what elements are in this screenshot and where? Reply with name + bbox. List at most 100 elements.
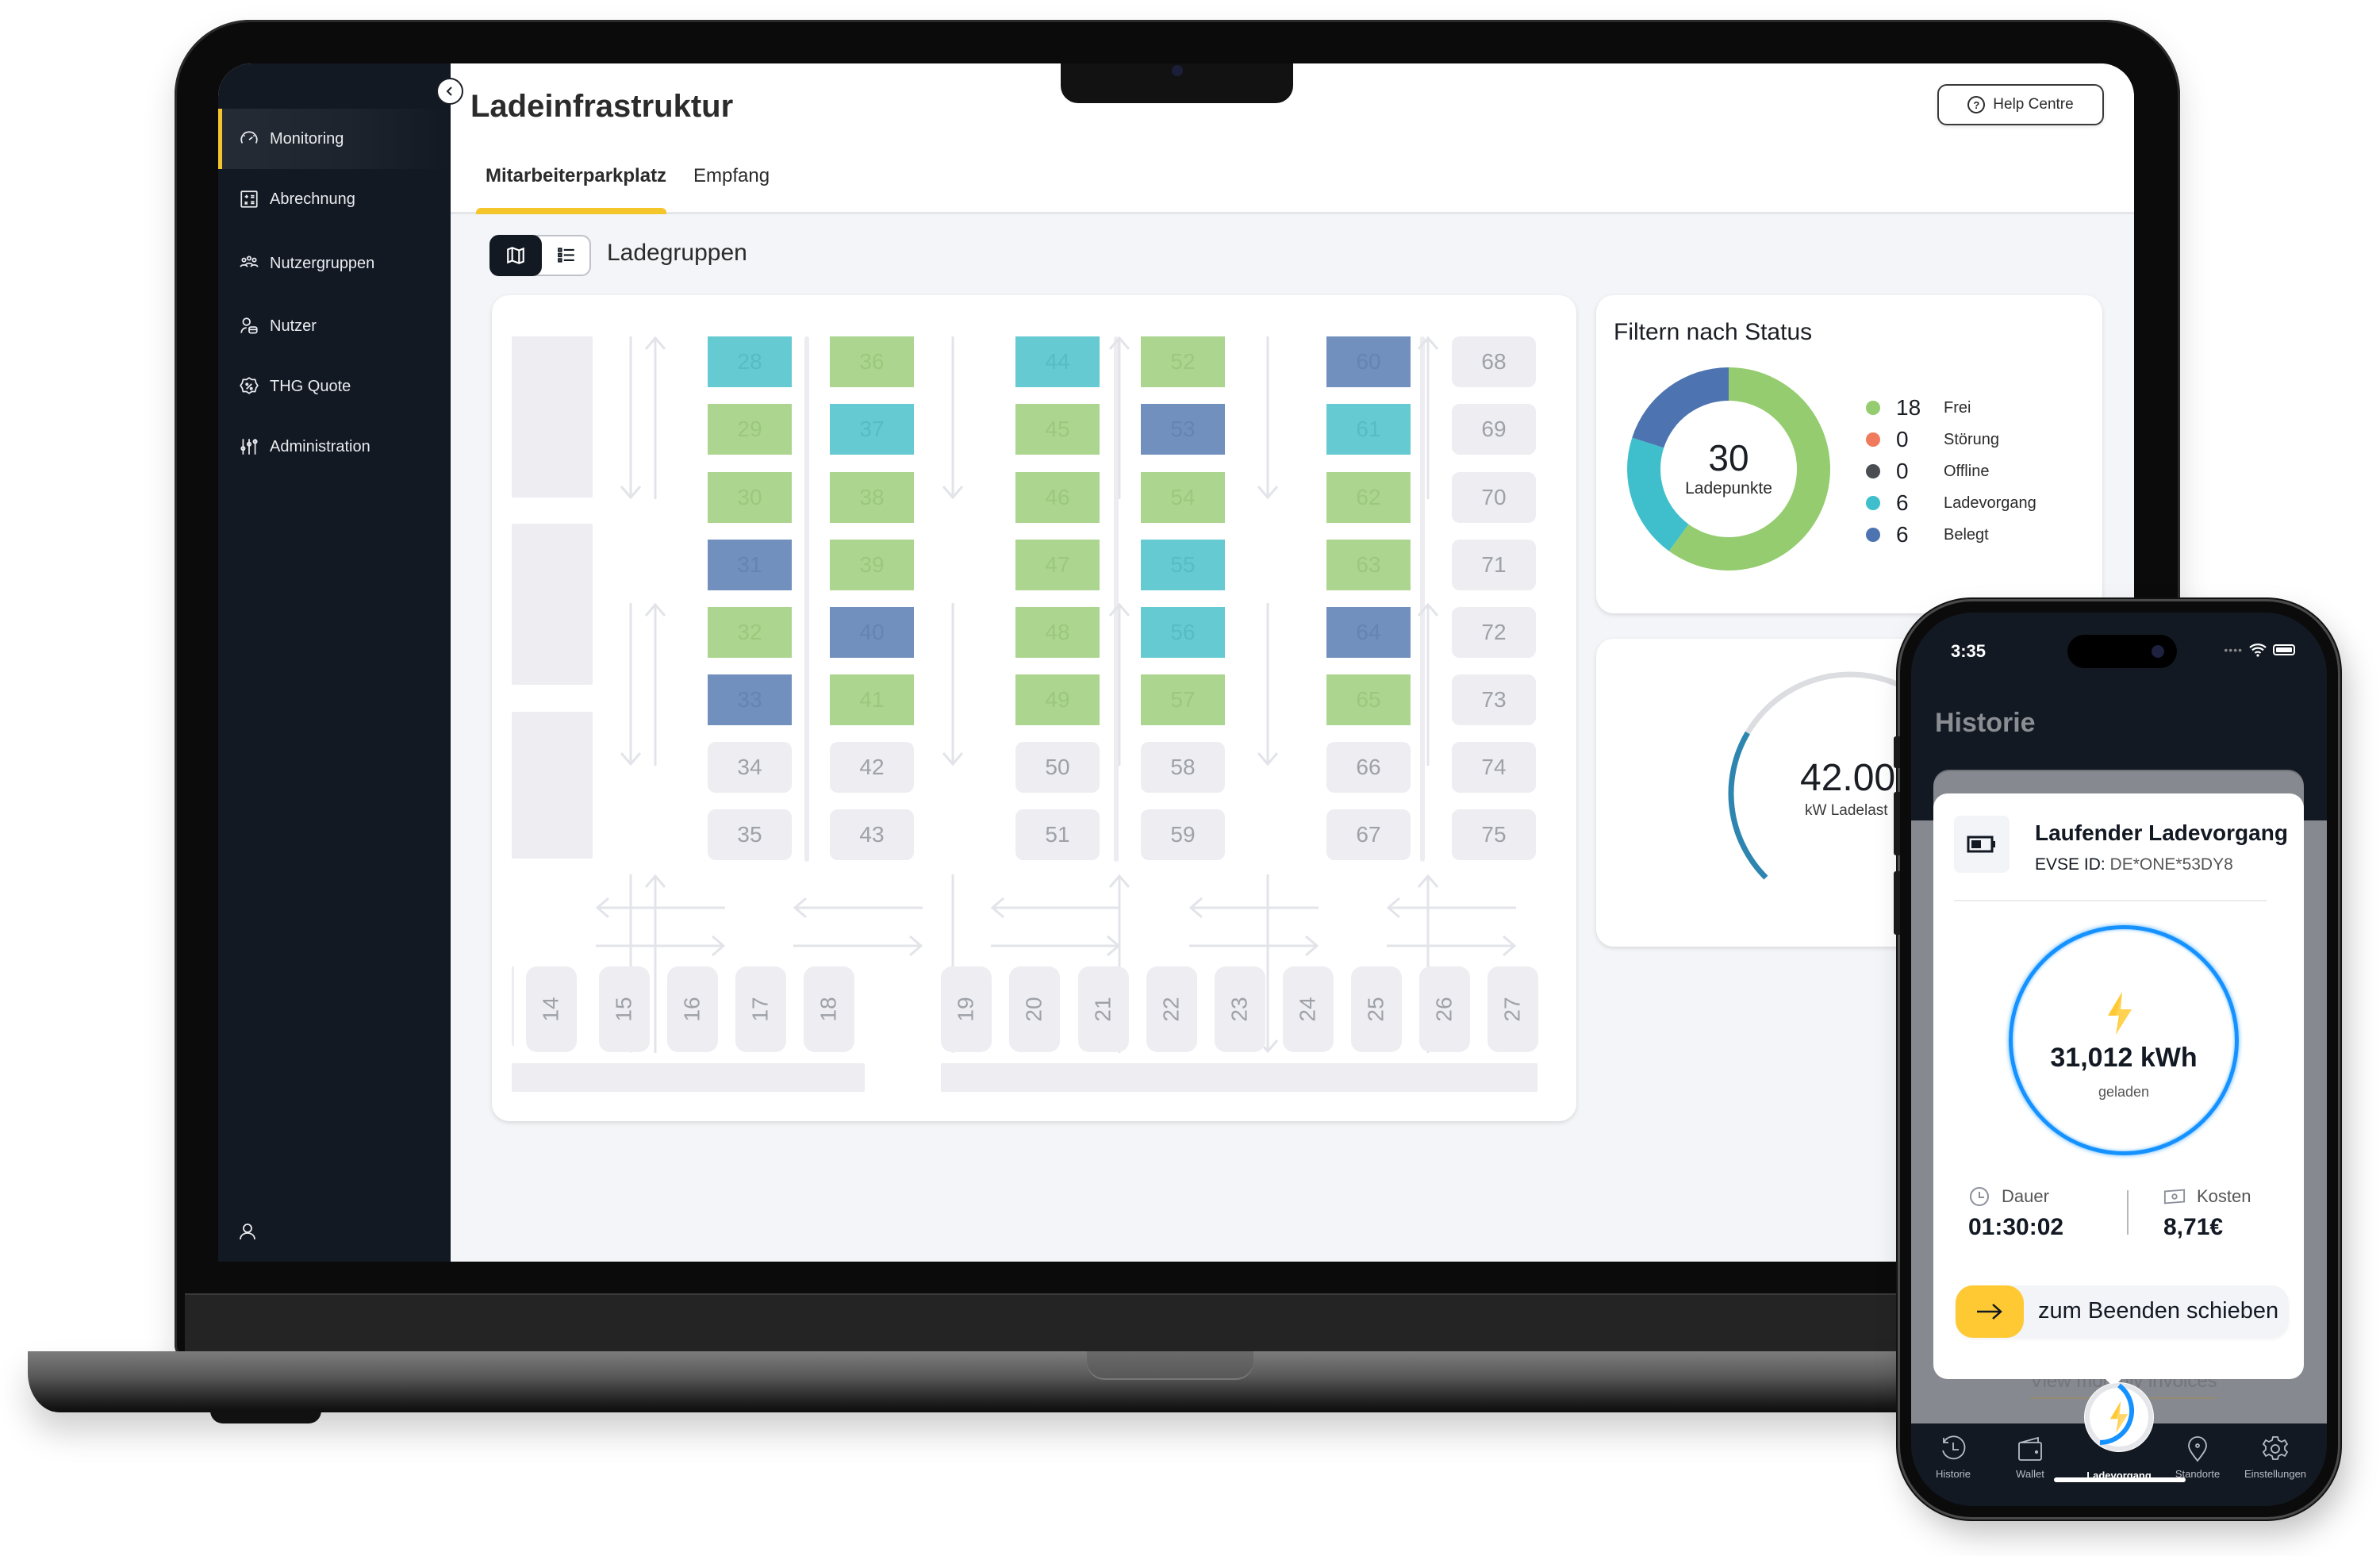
parking-spot[interactable]: 48 [1015, 607, 1100, 658]
parking-spot[interactable]: 20 [1009, 966, 1060, 1052]
parking-spot[interactable]: 51 [1015, 809, 1100, 860]
sidebar-item-administration[interactable]: Administration [218, 417, 451, 477]
lane-arrow-down [619, 603, 643, 766]
parking-spot[interactable]: 58 [1141, 742, 1225, 793]
sidebar-item-label: THG Quote [270, 377, 351, 395]
legend-label: Belegt [1944, 525, 1989, 544]
parking-spot[interactable]: 72 [1452, 607, 1536, 658]
parking-spot[interactable]: 73 [1452, 674, 1536, 725]
parking-spot[interactable]: 15 [599, 966, 650, 1052]
nav-wallet[interactable]: Wallet [1987, 1435, 2074, 1480]
parking-spot[interactable]: 34 [708, 742, 792, 793]
user-icon[interactable] [238, 1222, 257, 1241]
collapse-sidebar-button[interactable] [436, 78, 463, 105]
parking-spot[interactable]: 23 [1215, 966, 1265, 1052]
parking-spot[interactable]: 16 [667, 966, 718, 1052]
parking-spot[interactable]: 14 [526, 966, 577, 1052]
parking-spot[interactable]: 75 [1452, 809, 1536, 860]
list-view-button[interactable] [540, 235, 593, 276]
nav-standorte[interactable]: Standorte [2154, 1435, 2241, 1480]
sidebar-item-abrechnung[interactable]: Abrechnung [218, 169, 451, 229]
legend-item[interactable]: 18 Frei [1866, 392, 2036, 424]
parking-spot[interactable]: 59 [1141, 809, 1225, 860]
parking-spot[interactable]: 68 [1452, 336, 1536, 387]
parking-spot[interactable]: 32 [708, 607, 792, 658]
slider-handle[interactable] [1956, 1285, 2024, 1338]
legend-item[interactable]: 6 Ladevorgang [1866, 487, 2036, 519]
parking-spot[interactable]: 53 [1141, 404, 1225, 455]
parking-spot[interactable]: 25 [1351, 966, 1402, 1052]
legend-count: 6 [1896, 490, 1909, 515]
parking-spot[interactable]: 70 [1452, 472, 1536, 523]
parking-spot[interactable]: 66 [1326, 742, 1411, 793]
parking-spot[interactable]: 33 [708, 674, 792, 725]
nav-historie[interactable]: Historie [1911, 1435, 1997, 1480]
parking-spot[interactable]: 54 [1141, 472, 1225, 523]
help-centre-button[interactable]: ? Help Centre [1937, 84, 2104, 125]
sidebar-item-thg-quote[interactable]: THG Quote [218, 356, 451, 417]
nav-label: Wallet [2016, 1468, 2044, 1480]
parking-spot[interactable]: 38 [830, 472, 914, 523]
parking-spot[interactable]: 29 [708, 404, 792, 455]
legend-count: 18 [1896, 395, 1921, 420]
parking-spot[interactable]: 49 [1015, 674, 1100, 725]
page-title: Ladeinfrastruktur [470, 89, 734, 124]
parking-spot[interactable]: 47 [1015, 540, 1100, 590]
parking-spot[interactable]: 74 [1452, 742, 1536, 793]
parking-spot[interactable]: 36 [830, 336, 914, 387]
legend-item[interactable]: 0 Offline [1866, 455, 2036, 487]
legend-item[interactable]: 0 Störung [1866, 424, 2036, 455]
parking-spot[interactable]: 21 [1078, 966, 1129, 1052]
parking-spot[interactable]: 41 [830, 674, 914, 725]
gauge-fill [1728, 731, 1768, 880]
parking-spot[interactable]: 65 [1326, 674, 1411, 725]
parking-spot[interactable]: 37 [830, 404, 914, 455]
parking-spot[interactable]: 63 [1326, 540, 1411, 590]
parking-spot[interactable]: 42 [830, 742, 914, 793]
map-view-button[interactable] [489, 235, 542, 276]
tab-empfang[interactable]: Empfang [693, 165, 770, 187]
parking-spot[interactable]: 30 [708, 472, 792, 523]
parking-spot[interactable]: 61 [1326, 404, 1411, 455]
parking-spot[interactable]: 52 [1141, 336, 1225, 387]
parking-spot[interactable]: 17 [735, 966, 786, 1052]
parking-spot[interactable]: 35 [708, 809, 792, 860]
list-icon [558, 248, 574, 263]
spot-number: 14 [539, 997, 563, 1022]
swipe-to-stop-slider[interactable]: zum Beenden schieben [1956, 1285, 2289, 1338]
laptop-lid-opener [1087, 1351, 1253, 1380]
parking-spot[interactable]: 40 [830, 607, 914, 658]
parking-spot[interactable]: 22 [1146, 966, 1197, 1052]
parking-spot[interactable]: 67 [1326, 809, 1411, 860]
parking-spot[interactable]: 26 [1419, 966, 1470, 1052]
parking-spot[interactable]: 19 [941, 966, 992, 1052]
parking-spot[interactable]: 71 [1452, 540, 1536, 590]
parking-spot[interactable]: 45 [1015, 404, 1100, 455]
parking-spot[interactable]: 46 [1015, 472, 1100, 523]
parking-spot[interactable]: 55 [1141, 540, 1225, 590]
parking-spot[interactable]: 60 [1326, 336, 1411, 387]
parking-spot[interactable]: 39 [830, 540, 914, 590]
parking-spot[interactable]: 44 [1015, 336, 1100, 387]
parking-spot[interactable]: 27 [1488, 966, 1538, 1052]
sidebar-item-monitoring[interactable]: Monitoring [218, 109, 451, 169]
parking-spot[interactable]: 57 [1141, 674, 1225, 725]
sidebar-item-label: Monitoring [270, 129, 344, 148]
parking-spot[interactable]: 31 [708, 540, 792, 590]
parking-spot[interactable]: 64 [1326, 607, 1411, 658]
legend-item[interactable]: 6 Belegt [1866, 519, 2036, 551]
nav-einstellungen[interactable]: Einstellungen [2232, 1435, 2319, 1480]
parking-spot[interactable]: 18 [804, 966, 854, 1052]
parking-spot[interactable]: 56 [1141, 607, 1225, 658]
sidebar-item-nutzergruppen[interactable]: Nutzergruppen [218, 233, 451, 294]
parking-spot[interactable]: 28 [708, 336, 792, 387]
sidebar-item-nutzer[interactable]: Nutzer [218, 296, 451, 356]
charging-session-button[interactable] [2084, 1382, 2154, 1452]
legend-count: 0 [1896, 459, 1909, 483]
parking-spot[interactable]: 43 [830, 809, 914, 860]
tab-mitarbeiterparkplatz[interactable]: Mitarbeiterparkplatz [486, 165, 666, 187]
parking-spot[interactable]: 24 [1283, 966, 1334, 1052]
parking-spot[interactable]: 62 [1326, 472, 1411, 523]
parking-spot[interactable]: 69 [1452, 404, 1536, 455]
parking-spot[interactable]: 50 [1015, 742, 1100, 793]
